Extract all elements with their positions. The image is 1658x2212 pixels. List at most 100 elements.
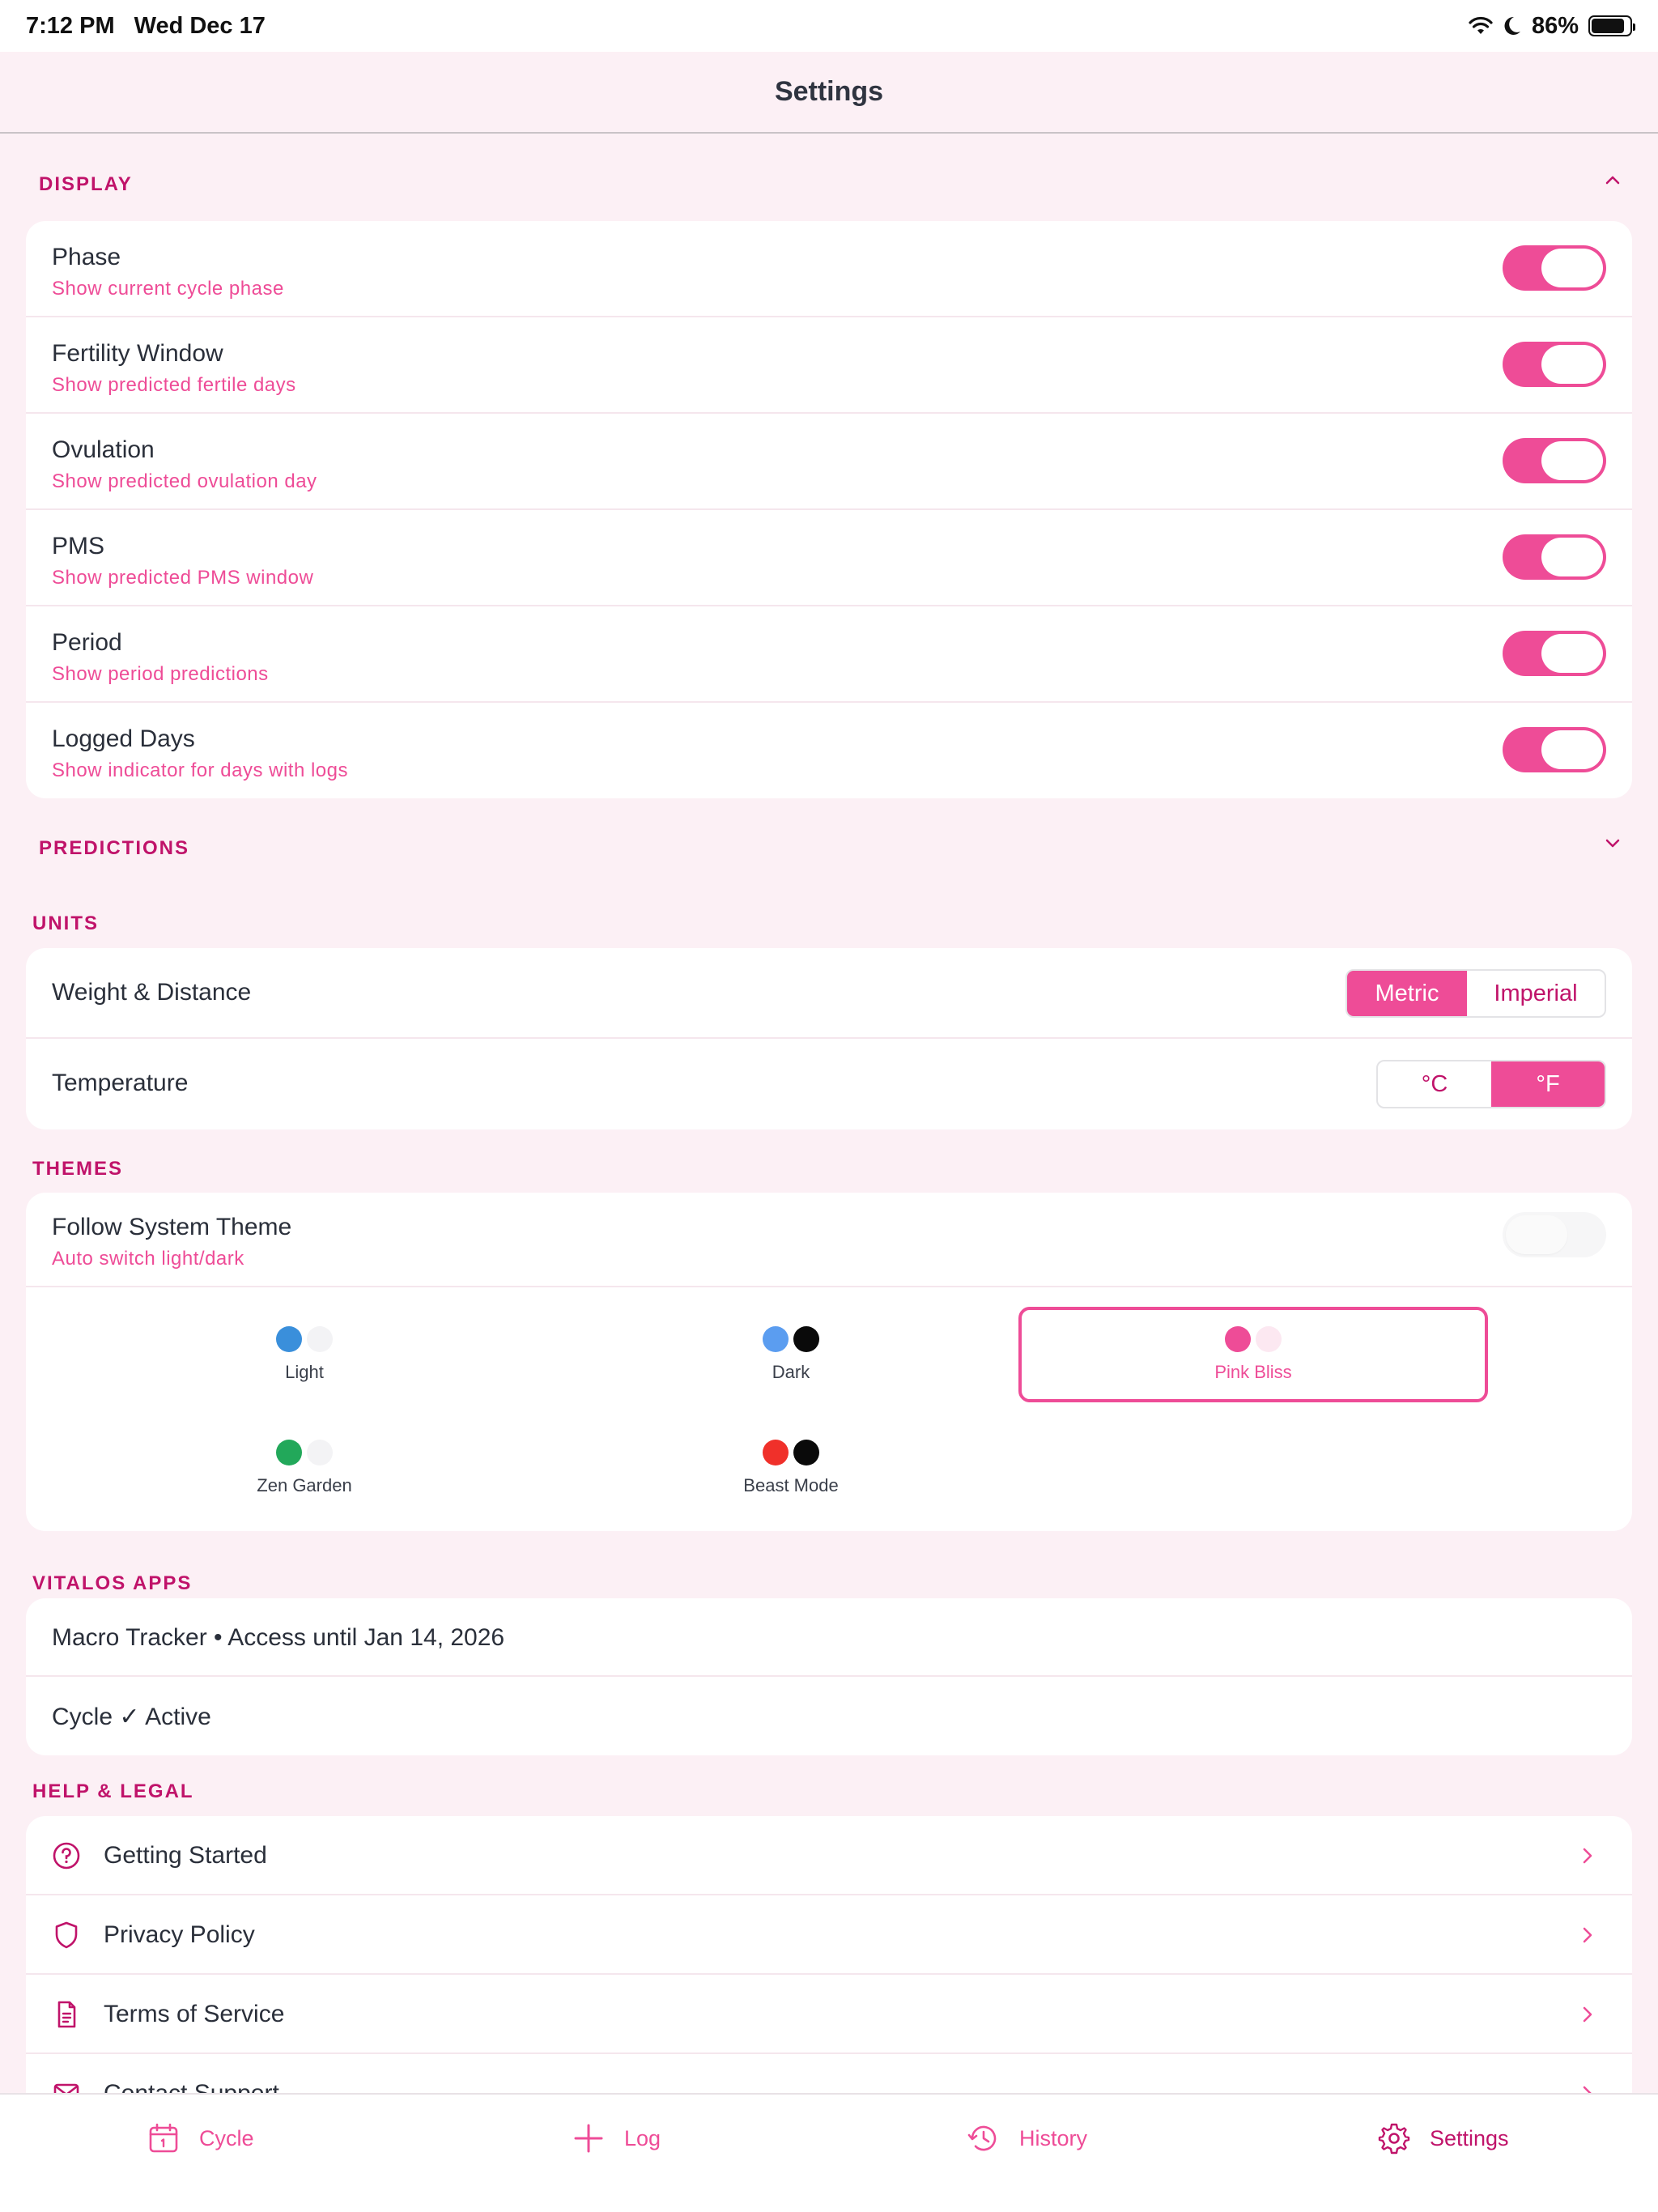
- theme-option-dark[interactable]: Dark: [556, 1307, 1026, 1402]
- tab-label: History: [1019, 2125, 1088, 2150]
- mail-icon: [53, 2083, 79, 2093]
- app-row-cycle[interactable]: Cycle ✓ Active: [26, 1677, 1632, 1755]
- moon-icon: [1504, 16, 1520, 35]
- theme-option-light[interactable]: Light: [70, 1307, 539, 1402]
- row-title: Phase: [52, 244, 121, 270]
- celsius-option[interactable]: °C: [1378, 1061, 1491, 1107]
- fertility-window-toggle[interactable]: [1503, 342, 1606, 387]
- row-title: Ovulation: [52, 436, 155, 463]
- tab-bar: Cycle Log History Settings: [0, 2093, 1658, 2212]
- app-row-macro-tracker[interactable]: Macro Tracker • Access until Jan 14, 202…: [26, 1598, 1632, 1677]
- row-title: Weight & Distance: [52, 979, 252, 1006]
- display-row-pms: PMS Show predicted PMS window: [26, 510, 1632, 606]
- follow-system-row: Follow System Theme Auto switch light/da…: [26, 1193, 1632, 1287]
- logged-days-toggle[interactable]: [1503, 727, 1606, 772]
- ovulation-toggle[interactable]: [1503, 438, 1606, 483]
- theme-option-beast-mode[interactable]: Beast Mode: [556, 1420, 1026, 1516]
- theme-label: Dark: [772, 1362, 810, 1382]
- weight-unit-segmented: Metric Imperial: [1346, 969, 1606, 1018]
- units-row-temperature: Temperature °C °F: [26, 1039, 1632, 1129]
- metric-option[interactable]: Metric: [1347, 971, 1467, 1016]
- display-row-fertility: Fertility Window Show predicted fertile …: [26, 317, 1632, 414]
- theme-swatches: [276, 1326, 333, 1352]
- help-row-getting-started[interactable]: Getting Started: [26, 1816, 1632, 1895]
- themes-card: Follow System Theme Auto switch light/da…: [26, 1193, 1632, 1531]
- row-subtitle: Show predicted PMS window: [52, 567, 314, 589]
- shield-icon: [55, 1921, 78, 1949]
- phase-toggle[interactable]: [1503, 245, 1606, 291]
- help-row-privacy-policy[interactable]: Privacy Policy: [26, 1895, 1632, 1975]
- display-row-phase: Phase Show current cycle phase: [26, 221, 1632, 317]
- units-section-header: UNITS: [32, 912, 99, 934]
- tab-settings[interactable]: Settings: [1376, 2117, 1509, 2159]
- row-title: Period: [52, 629, 122, 656]
- chevron-up-icon[interactable]: [1598, 166, 1627, 195]
- theme-option-zen-garden[interactable]: Zen Garden: [70, 1420, 539, 1516]
- wifi-icon: [1469, 16, 1493, 34]
- tab-log[interactable]: Log: [571, 2117, 661, 2159]
- display-section-header[interactable]: DISPLAY: [39, 173, 133, 196]
- swatch-primary: [763, 1440, 789, 1465]
- help-row-terms[interactable]: Terms of Service: [26, 1975, 1632, 2054]
- help-label: Contact Support: [104, 2080, 279, 2093]
- chevron-right-icon: [1583, 2006, 1592, 2023]
- display-row-logged-days: Logged Days Show indicator for days with…: [26, 703, 1632, 798]
- status-bar: 7:12 PM Wed Dec 17 86%: [0, 0, 1658, 52]
- chevron-down-icon[interactable]: [1598, 828, 1627, 857]
- row-title: Follow System Theme: [52, 1214, 292, 1240]
- vitalos-apps-section-header: VITALOS APPS: [32, 1572, 193, 1594]
- tab-history[interactable]: History: [966, 2117, 1087, 2159]
- display-row-period: Period Show period predictions: [26, 606, 1632, 703]
- theme-label: Light: [285, 1362, 324, 1382]
- fahrenheit-option[interactable]: °F: [1491, 1061, 1605, 1107]
- units-row-weight: Weight & Distance Metric Imperial: [26, 948, 1632, 1039]
- period-toggle[interactable]: [1503, 631, 1606, 676]
- apps-card: Macro Tracker • Access until Jan 14, 202…: [26, 1598, 1632, 1755]
- page-title: Settings: [774, 76, 884, 107]
- predictions-section-header[interactable]: PREDICTIONS: [39, 837, 189, 860]
- app-row-text: Macro Tracker • Access until Jan 14, 202…: [52, 1624, 505, 1651]
- imperial-option[interactable]: Imperial: [1467, 971, 1605, 1016]
- swatch-secondary: [793, 1440, 819, 1465]
- swatch-secondary: [307, 1440, 333, 1465]
- help-label: Terms of Service: [104, 2001, 285, 2027]
- row-subtitle: Show indicator for days with logs: [52, 759, 348, 781]
- follow-system-toggle[interactable]: [1503, 1212, 1606, 1257]
- help-row-contact-support[interactable]: Contact Support: [26, 2054, 1632, 2093]
- swatch-primary: [1225, 1326, 1251, 1352]
- app-row-text: Cycle ✓ Active: [52, 1704, 211, 1730]
- battery-fill: [1592, 19, 1624, 33]
- theme-swatches: [763, 1440, 819, 1465]
- swatch-primary: [276, 1440, 302, 1465]
- row-subtitle: Show period predictions: [52, 663, 269, 685]
- theme-label: Beast Mode: [743, 1475, 839, 1495]
- tab-cycle[interactable]: Cycle: [146, 2117, 254, 2159]
- themes-section-header: THEMES: [32, 1158, 124, 1180]
- battery-percent: 86%: [1531, 12, 1579, 39]
- swatch-primary: [276, 1326, 302, 1352]
- status-right: 86%: [1469, 12, 1635, 40]
- settings-content[interactable]: DISPLAY Phase Show current cycle phase F…: [0, 135, 1658, 2093]
- swatch-primary: [763, 1326, 789, 1352]
- gear-icon: [1378, 2123, 1410, 2155]
- theme-swatches: [276, 1440, 333, 1465]
- row-subtitle: Show predicted ovulation day: [52, 470, 317, 492]
- row-title: Temperature: [52, 1070, 189, 1096]
- theme-label: Zen Garden: [257, 1475, 352, 1495]
- theme-option-pink-bliss[interactable]: Pink Bliss: [1018, 1307, 1488, 1402]
- plus-icon: [574, 2124, 603, 2153]
- swatch-secondary: [307, 1326, 333, 1352]
- status-date: Wed Dec 17: [134, 12, 266, 39]
- pms-toggle[interactable]: [1503, 534, 1606, 580]
- status-left: 7:12 PM Wed Dec 17: [26, 13, 266, 40]
- temperature-unit-segmented: °C °F: [1376, 1060, 1606, 1108]
- help-label: Privacy Policy: [104, 1921, 255, 1948]
- status-time: 7:12 PM: [26, 12, 115, 39]
- display-card: Phase Show current cycle phase Fertility…: [26, 221, 1632, 798]
- chevron-right-icon: [1583, 1848, 1592, 1864]
- row-title: Fertility Window: [52, 340, 223, 367]
- tab-label: Log: [624, 2125, 661, 2150]
- chevron-right-icon: [1583, 1927, 1592, 1943]
- document-icon: [57, 2001, 76, 2028]
- swatch-secondary: [793, 1326, 819, 1352]
